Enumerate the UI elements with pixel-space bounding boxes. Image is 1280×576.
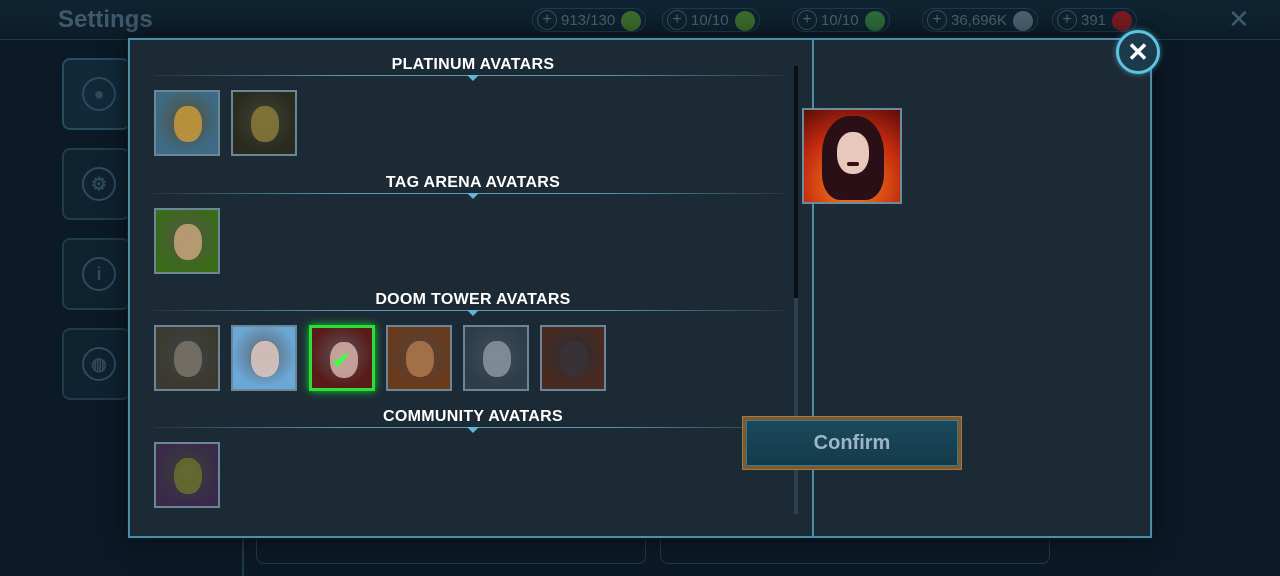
tab-settings[interactable]: ⚙ xyxy=(62,148,130,220)
avatar-doom-2[interactable] xyxy=(231,325,297,391)
avatar-doom-6[interactable] xyxy=(540,325,606,391)
globe-icon: ◍ xyxy=(82,347,116,381)
avatar-doom-3-selected[interactable]: ✔ xyxy=(309,325,375,391)
gear-icon: ⚙ xyxy=(82,167,116,201)
section-marker xyxy=(467,310,479,316)
tab-language[interactable]: ◍ xyxy=(62,328,130,400)
avatar-list[interactable]: PLATINUM AVATARS TAG ARENA AVATARS DOOM … xyxy=(130,40,812,536)
plus-icon[interactable]: + xyxy=(667,10,687,30)
checkmark-icon: ✔ xyxy=(332,348,351,373)
avatar-doom-5[interactable] xyxy=(463,325,529,391)
plus-icon[interactable]: + xyxy=(1057,10,1077,30)
resource-energy[interactable]: + 913/130 xyxy=(532,8,647,32)
resource-gem-2[interactable]: + 10/10 xyxy=(792,8,890,32)
info-icon: i xyxy=(82,257,116,291)
plus-icon[interactable]: + xyxy=(537,10,557,30)
section-marker xyxy=(467,75,479,81)
resource-gem-1[interactable]: + 10/10 xyxy=(662,8,760,32)
background-panel xyxy=(256,540,646,564)
silver-coin-icon xyxy=(1012,11,1033,31)
tab-profile[interactable]: ● xyxy=(62,58,130,130)
section-title-doom-tower: DOOM TOWER AVATARS xyxy=(375,291,571,308)
avatar-community-1[interactable] xyxy=(154,442,220,508)
scrollbar-thumb[interactable] xyxy=(794,66,798,298)
resource-ruby[interactable]: + 391 xyxy=(1052,8,1138,32)
avatar-doom-1[interactable] xyxy=(154,325,220,391)
close-icon[interactable]: ✕ xyxy=(1116,30,1160,74)
settings-close-icon[interactable]: ✕ xyxy=(1228,4,1250,35)
resource-silver[interactable]: + 36,696K xyxy=(922,8,1038,32)
confirm-button-label: Confirm xyxy=(746,420,958,466)
avatar-platinum-2[interactable] xyxy=(231,90,297,156)
green-gem-icon xyxy=(734,11,755,31)
divider xyxy=(242,538,244,576)
section-title-tag-arena: TAG ARENA AVATARS xyxy=(385,174,561,191)
green-gem-icon xyxy=(864,11,885,31)
settings-title: Settings xyxy=(58,6,153,33)
section-title-platinum: PLATINUM AVATARS xyxy=(391,56,555,73)
background-panel xyxy=(660,540,1050,564)
section-title-community: COMMUNITY AVATARS xyxy=(383,408,563,425)
plus-icon[interactable]: + xyxy=(927,10,947,30)
section-marker xyxy=(467,427,479,433)
selected-avatar-preview xyxy=(802,108,902,204)
avatar-tag-arena-1[interactable] xyxy=(154,208,220,274)
resource-value: 10/10 xyxy=(691,11,729,29)
profile-icon: ● xyxy=(82,77,116,111)
energy-icon xyxy=(621,11,642,31)
section-marker xyxy=(467,193,479,199)
resource-value: 36,696K xyxy=(951,11,1007,29)
avatar-doom-4[interactable] xyxy=(386,325,452,391)
resource-value: 391 xyxy=(1081,11,1107,29)
avatar-platinum-1[interactable] xyxy=(154,90,220,156)
tab-info[interactable]: i xyxy=(62,238,130,310)
resource-value: 913/130 xyxy=(561,11,616,29)
confirm-button[interactable]: Confirm xyxy=(742,416,962,470)
resource-value: 10/10 xyxy=(821,11,859,29)
ruby-icon xyxy=(1112,11,1133,31)
avatar-picker-modal: PLATINUM AVATARS TAG ARENA AVATARS DOOM … xyxy=(128,38,1152,538)
plus-icon[interactable]: + xyxy=(797,10,817,30)
